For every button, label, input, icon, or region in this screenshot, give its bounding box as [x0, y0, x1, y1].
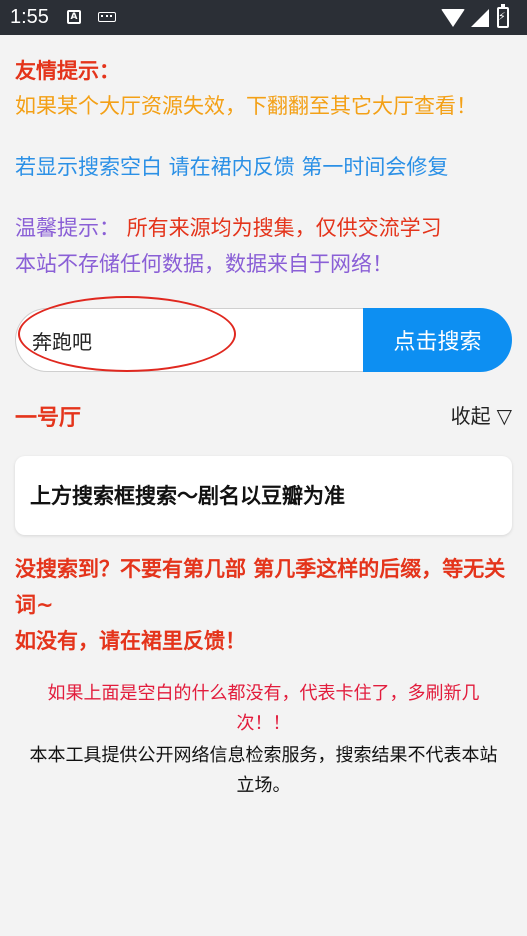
feedback-tip: 如没有，请在裙里反馈！ [15, 629, 246, 653]
friendly-tip-title: 友情提示： [15, 59, 120, 83]
battery-charging-icon [497, 4, 509, 28]
result-card-text: 上方搜索框搜索～剧名以豆瓣为准 [30, 484, 345, 508]
status-bar: 1:55 A [0, 0, 527, 35]
warm-tip-body: 所有来源均为搜集，仅供交流学习 [126, 216, 442, 240]
triangle-down-icon: ▽ [496, 404, 512, 428]
collapse-toggle[interactable]: 收起 ▽ [451, 400, 512, 429]
disclaimer: 本本工具提供公开网络信息检索服务，搜索结果不代表本站立场。 [29, 745, 498, 796]
result-card: 上方搜索框搜索～剧名以豆瓣为准 [15, 456, 512, 535]
search-input[interactable] [15, 308, 365, 372]
search-blank-tip: 若显示搜索空白 请在裙内反馈 第一时间会修复 [15, 155, 449, 179]
friendly-tip-body: 如果某个大厅资源失效，下翻翻至其它大厅查看！ [15, 94, 477, 118]
search-bar: 点击搜索 [15, 296, 512, 372]
refresh-tip: 如果上面是空白的什么都没有，代表卡住了，多刷新几次！！ [47, 683, 480, 734]
status-time: 1:55 [10, 6, 49, 28]
collapse-label: 收起 [450, 404, 491, 428]
signal-icon [471, 9, 489, 27]
warm-tip-label: 温馨提示： [15, 216, 120, 240]
warm-tip: 温馨提示： 所有来源均为搜集，仅供交流学习 本站不存储任何数据，数据来自于网络！ [15, 210, 512, 282]
page-content: 友情提示： 如果某个大厅资源失效，下翻翻至其它大厅查看！ 若显示搜索空白 请在裙… [0, 35, 527, 936]
hall-title: 一号厅 [15, 406, 82, 431]
status-icons [441, 4, 521, 29]
hall-header: 一号厅 收起 ▽ [15, 400, 512, 434]
a-icon: A [67, 10, 81, 24]
warm-tip-body-2: 本站不存储任何数据，数据来自于网络！ [15, 252, 393, 276]
not-found-tip: 没搜索到？不要有第几部 第几季这样的后缀，等无关词~ [15, 557, 506, 617]
keyboard-icon [98, 12, 116, 22]
wifi-icon [441, 9, 465, 27]
search-button[interactable]: 点击搜索 [363, 308, 512, 372]
